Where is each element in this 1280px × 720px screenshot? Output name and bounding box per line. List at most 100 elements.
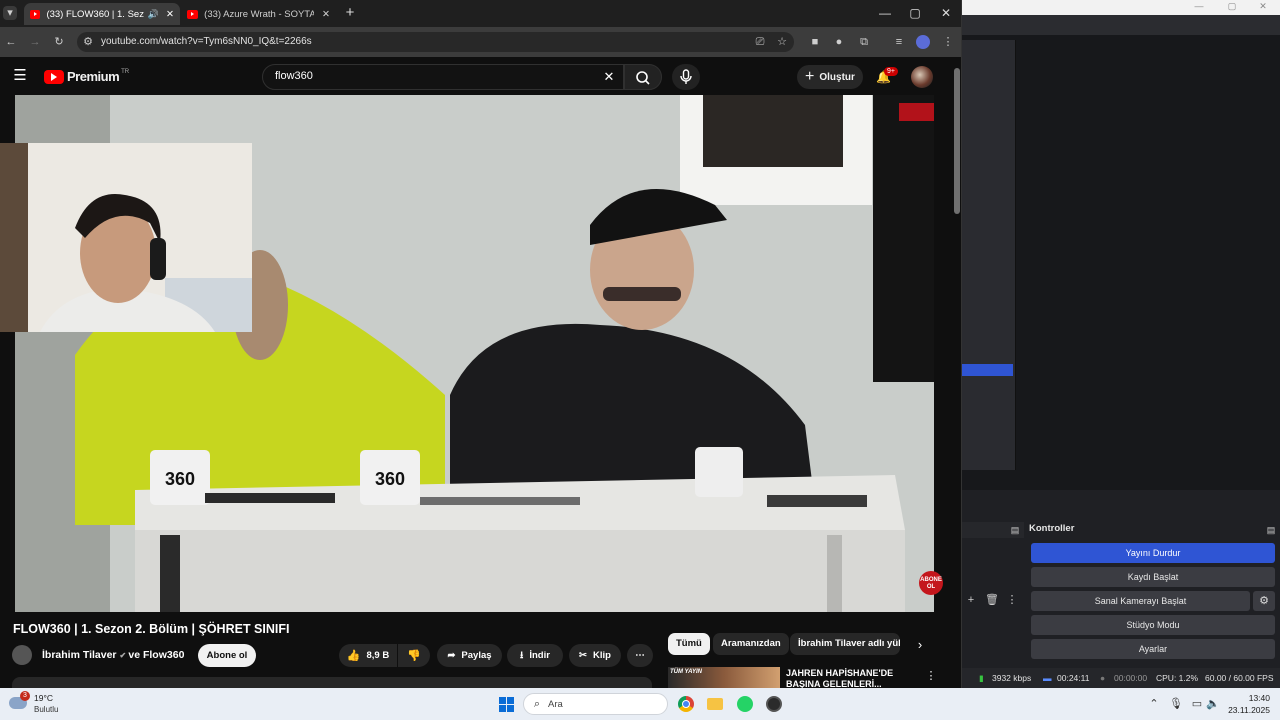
forward-icon[interactable]: → bbox=[28, 35, 42, 49]
minimize-icon[interactable]: — bbox=[876, 5, 894, 21]
obs-maximize-icon[interactable]: ▢ bbox=[1223, 0, 1241, 16]
network-icon[interactable]: ▭ bbox=[1190, 697, 1204, 711]
chip-all[interactable]: Tümü bbox=[668, 633, 710, 655]
obs-add-source-icon[interactable]: + bbox=[964, 593, 978, 607]
tab-search-icon[interactable]: ▾ bbox=[3, 6, 17, 20]
virtual-camera-settings-gear-icon[interactable]: ⚙ bbox=[1253, 591, 1275, 611]
obs-taskbar-icon[interactable] bbox=[766, 696, 782, 712]
extension-1-icon[interactable]: ■ bbox=[808, 35, 822, 49]
share-icon: ➦ bbox=[447, 650, 456, 661]
download-button[interactable]: ⭳ İndir bbox=[507, 644, 563, 667]
page-scrollbar-thumb[interactable] bbox=[954, 68, 960, 214]
clip-button[interactable]: ✂ Klip bbox=[569, 644, 621, 667]
recommendation-thumbnail[interactable]: TÜM YAYIN bbox=[668, 667, 780, 688]
clip-label: Klip bbox=[593, 650, 611, 661]
signal-bars-icon: ▮ bbox=[979, 673, 984, 683]
share-label: Paylaş bbox=[461, 650, 492, 661]
maximize-icon[interactable]: ▢ bbox=[906, 5, 924, 21]
obs-status-bar: ▮ 3932 kbps ▬ 00:24:11 ● 00:00:00 CPU: 1… bbox=[962, 668, 1280, 688]
start-virtual-camera-button[interactable]: Sanal Kamerayı Başlat bbox=[1031, 591, 1250, 611]
stream-icon: ▬ bbox=[1043, 673, 1052, 683]
whatsapp-icon[interactable] bbox=[737, 696, 753, 712]
microphone-icon bbox=[680, 69, 692, 84]
overlay-subscribe-badge[interactable]: ABONE OL bbox=[919, 571, 943, 595]
mug-label: 360 bbox=[375, 469, 405, 489]
extensions-puzzle-icon[interactable]: ⧉ bbox=[857, 35, 871, 49]
tab-title: (33) FLOW360 | 1. Sezon 2. Bölüm | ŞÖHRE… bbox=[46, 8, 144, 20]
clock-time[interactable]: 13:40 bbox=[1238, 693, 1270, 703]
webcam-illustration bbox=[0, 143, 252, 332]
record-icon: ● bbox=[1100, 673, 1106, 683]
weather-temperature[interactable]: 19°C bbox=[34, 693, 53, 703]
recommendation-menu-icon[interactable]: ⋮ bbox=[924, 669, 938, 683]
create-button[interactable]: + Oluştur bbox=[797, 65, 863, 89]
scissors-icon: ✂ bbox=[579, 650, 587, 661]
bookmark-star-icon[interactable]: ☆ bbox=[775, 35, 789, 49]
obs-close-icon[interactable]: ✕ bbox=[1254, 0, 1272, 16]
dislike-button[interactable]: 👎 bbox=[398, 644, 430, 667]
search-input[interactable] bbox=[262, 64, 624, 90]
browser-window: ▾ (33) FLOW360 | 1. Sezon 2. Bölüm | ŞÖH… bbox=[0, 0, 962, 688]
youtube-favicon-icon bbox=[187, 9, 199, 19]
channel-name[interactable]: İbrahim Tilaver ✔ ve Flow360 bbox=[42, 649, 184, 661]
cast-icon[interactable]: ⎚ bbox=[753, 35, 767, 49]
new-tab-button[interactable]: + bbox=[341, 5, 359, 21]
start-recording-button[interactable]: Kaydı Başlat bbox=[1031, 567, 1275, 587]
back-icon[interactable]: ← bbox=[4, 35, 18, 49]
obs-dock-menu-icon[interactable]: ▤ bbox=[1264, 523, 1278, 537]
obs-source-menu-icon[interactable]: ⋮ bbox=[1005, 593, 1019, 607]
weather-badge: 3 bbox=[20, 691, 30, 701]
chip-next-chevron-icon[interactable]: › bbox=[913, 638, 927, 652]
show-hidden-icons-chevron-icon[interactable]: ⌃ bbox=[1147, 697, 1161, 711]
close-window-icon[interactable]: ✕ bbox=[937, 5, 955, 21]
hamburger-menu-icon[interactable]: ☰ bbox=[13, 68, 27, 83]
taskbar-search-input[interactable] bbox=[523, 693, 668, 715]
stop-streaming-button[interactable]: Yayını Durdur bbox=[1031, 543, 1275, 563]
microphone-tray-icon[interactable]: 🎙 bbox=[1169, 697, 1183, 711]
weather-description[interactable]: Bulutlu bbox=[34, 705, 58, 714]
extension-2-icon[interactable]: ● bbox=[832, 35, 846, 49]
chip-from-search[interactable]: Aramanızdan bbox=[713, 633, 789, 655]
account-avatar[interactable] bbox=[911, 66, 933, 88]
clear-search-icon[interactable]: ✕ bbox=[602, 70, 616, 84]
tab-close-icon[interactable]: ✕ bbox=[166, 9, 174, 20]
volume-icon[interactable]: 🔈 bbox=[1206, 697, 1220, 711]
download-icon: ⭳ bbox=[520, 649, 524, 661]
tab-azure-wrath[interactable]: (33) Azure Wrath - SOYTARI feat. ... ✕ bbox=[181, 3, 336, 25]
recommendation-title[interactable]: JAHREN HAPİSHANE'DE BAŞINA GELENLERİ... bbox=[786, 668, 906, 688]
subscribe-button[interactable]: Abone ol bbox=[198, 644, 256, 667]
tab-flow360[interactable]: (33) FLOW360 | 1. Sezon 2. Bölüm | ŞÖHRE… bbox=[24, 3, 180, 25]
stream-time-text: 00:24:11 bbox=[1057, 673, 1090, 683]
clock-date[interactable]: 23.11.2025 bbox=[1226, 705, 1270, 715]
chrome-taskbar-icon[interactable] bbox=[678, 696, 694, 712]
media-queue-icon[interactable]: ≡ bbox=[892, 35, 906, 49]
channel-avatar[interactable] bbox=[12, 645, 32, 665]
settings-button[interactable]: Ayarlar bbox=[1031, 639, 1275, 659]
url-text[interactable]: youtube.com/watch?v=Tym6sNN0_IQ&t=2266s bbox=[101, 36, 312, 47]
search-button[interactable] bbox=[624, 64, 662, 90]
like-button[interactable]: 👍 8,9 B bbox=[339, 644, 397, 667]
file-explorer-icon[interactable] bbox=[707, 698, 723, 710]
youtube-favicon-icon bbox=[30, 9, 41, 19]
description-box[interactable] bbox=[12, 677, 652, 688]
share-button[interactable]: ➦ Paylaş bbox=[437, 644, 502, 667]
reload-icon[interactable]: ↻ bbox=[52, 35, 66, 49]
youtube-logo[interactable]: Premium TR bbox=[44, 69, 129, 84]
channel-collab-text: ve Flow360 bbox=[128, 649, 185, 661]
site-info-icon[interactable]: ⚙ bbox=[81, 35, 95, 49]
obs-titlebar: — ▢ ✕ bbox=[962, 0, 1280, 15]
tab-close-icon[interactable]: ✕ bbox=[322, 9, 330, 20]
mug-label: 360 bbox=[165, 469, 195, 489]
studio-mode-button[interactable]: Stüdyo Modu bbox=[1031, 615, 1275, 635]
speaker-icon[interactable]: 🔊 bbox=[148, 9, 159, 20]
profile-icon[interactable] bbox=[916, 35, 930, 49]
windows-start-icon[interactable] bbox=[499, 697, 514, 712]
browser-menu-icon[interactable]: ⋮ bbox=[941, 35, 955, 49]
voice-search-button[interactable] bbox=[672, 64, 700, 90]
more-actions-button[interactable]: ⋯ bbox=[627, 644, 653, 667]
thumb-label: TÜM YAYIN bbox=[670, 669, 703, 675]
obs-dock-menu-icon[interactable]: ▤ bbox=[1008, 523, 1022, 537]
obs-minimize-icon[interactable]: — bbox=[1190, 0, 1208, 16]
chip-channel-uploads[interactable]: İbrahim Tilaver adlı yük... bbox=[790, 633, 900, 655]
obs-remove-source-icon[interactable]: 🗑 bbox=[985, 593, 999, 607]
